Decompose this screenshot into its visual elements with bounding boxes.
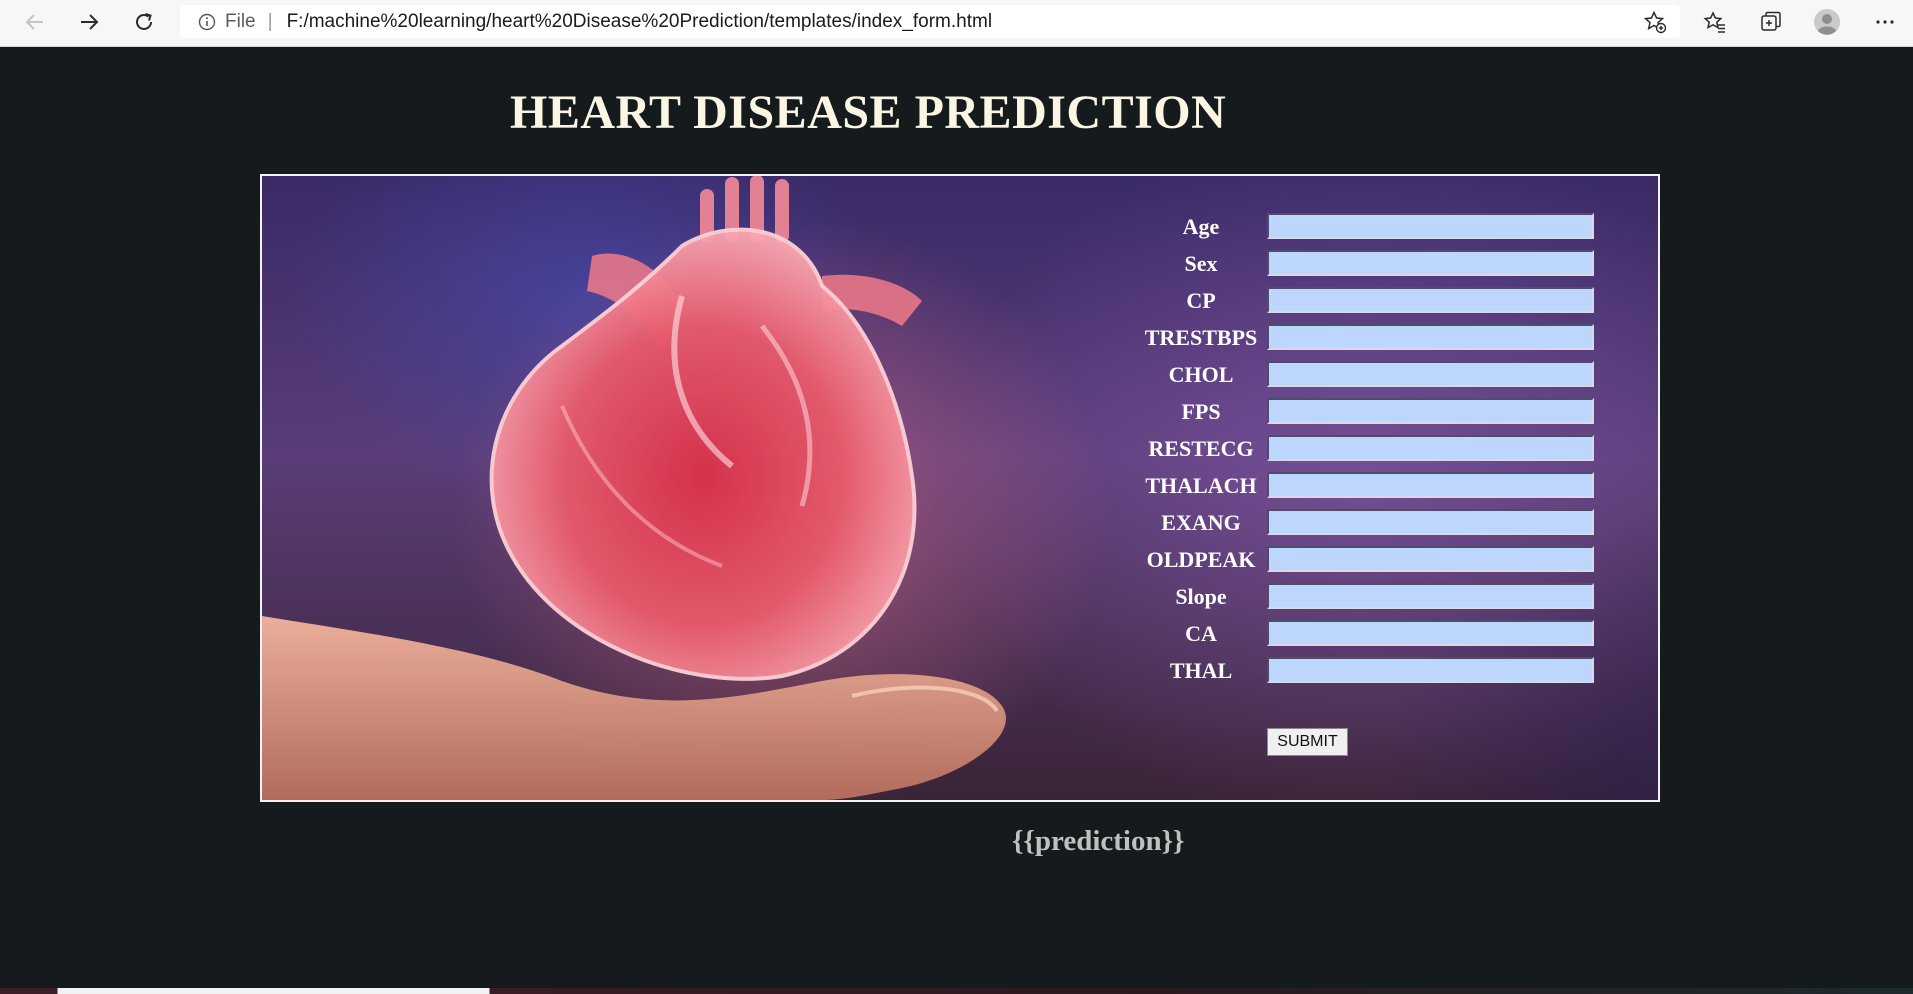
sex-label: Sex: [1184, 251, 1218, 276]
taskbar-strip: [0, 988, 1913, 994]
hero-panel: Age Sex CP TRESTBPS CHOL FPS RESTECG THA…: [260, 174, 1660, 802]
form-row-oldpeak: OLDPEAK: [1142, 544, 1642, 581]
page-body: HEART DISEASE PREDICTION Age Sex CP TRES…: [0, 47, 1913, 987]
form-row-sex: Sex: [1142, 248, 1642, 285]
fps-label: FPS: [1181, 399, 1221, 424]
more-options-icon: [1876, 20, 1894, 24]
browser-toolbar: File | F:/machine%20learning/heart%20Dis…: [0, 0, 1913, 47]
form-row-exang: EXANG: [1142, 507, 1642, 544]
add-favorite-icon: [1643, 10, 1667, 34]
refresh-button[interactable]: [128, 8, 160, 36]
form-row-age: Age: [1142, 211, 1642, 248]
form-row-fps: FPS: [1142, 396, 1642, 433]
thal-input[interactable]: [1267, 657, 1594, 683]
form-row-ca: CA: [1142, 618, 1642, 655]
ca-input[interactable]: [1267, 620, 1594, 646]
thalach-label: THALACH: [1145, 473, 1257, 498]
trestbps-label: TRESTBPS: [1144, 325, 1258, 350]
form-row-thal: THAL: [1142, 655, 1642, 692]
prediction-output: {{prediction}}: [1012, 825, 1185, 857]
submit-button[interactable]: SUBMIT: [1267, 728, 1348, 756]
address-scheme-label: File: [225, 10, 256, 32]
address-bar[interactable]: File | F:/machine%20learning/heart%20Dis…: [180, 5, 1680, 38]
form-row-trestbps: TRESTBPS: [1142, 322, 1642, 359]
oldpeak-input[interactable]: [1267, 546, 1594, 572]
exang-label: EXANG: [1161, 510, 1241, 535]
oldpeak-label: OLDPEAK: [1146, 547, 1256, 572]
cp-label: CP: [1186, 288, 1216, 313]
form-row-restecg: RESTECG: [1142, 433, 1642, 470]
ca-label: CA: [1185, 621, 1217, 646]
sex-input[interactable]: [1267, 250, 1594, 276]
back-arrow-icon: [25, 14, 43, 30]
form-row-chol: CHOL: [1142, 359, 1642, 396]
page-title: HEART DISEASE PREDICTION: [510, 86, 1227, 139]
address-separator: |: [267, 10, 273, 32]
more-options-button[interactable]: [1870, 8, 1900, 36]
profile-button[interactable]: [1812, 8, 1842, 36]
favorites-icon: [1703, 11, 1725, 33]
form-row-slope: Slope: [1142, 581, 1642, 618]
fps-input[interactable]: [1267, 398, 1594, 424]
collections-button[interactable]: [1756, 8, 1786, 36]
refresh-icon: [136, 13, 152, 30]
age-input[interactable]: [1267, 213, 1594, 239]
restecg-label: RESTECG: [1148, 436, 1254, 461]
url-text[interactable]: F:/machine%20learning/heart%20Disease%20…: [287, 11, 992, 33]
restecg-input[interactable]: [1267, 435, 1594, 461]
back-button[interactable]: [19, 8, 51, 36]
collections-icon: [1761, 11, 1781, 31]
thalach-input[interactable]: [1267, 472, 1594, 498]
info-icon[interactable]: [198, 13, 216, 31]
cp-input[interactable]: [1267, 287, 1594, 313]
thal-label: THAL: [1169, 658, 1233, 683]
exang-input[interactable]: [1267, 509, 1594, 535]
trestbps-input[interactable]: [1267, 324, 1594, 350]
age-label: Age: [1182, 214, 1220, 239]
form-row-thalach: THALACH: [1142, 470, 1642, 507]
chol-label: CHOL: [1168, 362, 1234, 387]
slope-label: Slope: [1175, 584, 1227, 609]
prediction-form: Age Sex CP TRESTBPS CHOL FPS RESTECG THA…: [1142, 211, 1642, 692]
forward-button[interactable]: [73, 8, 105, 36]
chol-input[interactable]: [1267, 361, 1594, 387]
favorites-button[interactable]: [1700, 8, 1730, 36]
slope-input[interactable]: [1267, 583, 1594, 609]
form-row-cp: CP: [1142, 285, 1642, 322]
forward-arrow-icon: [81, 14, 99, 30]
add-favorite-button[interactable]: [1642, 10, 1668, 34]
profile-avatar-icon: [1814, 9, 1840, 35]
